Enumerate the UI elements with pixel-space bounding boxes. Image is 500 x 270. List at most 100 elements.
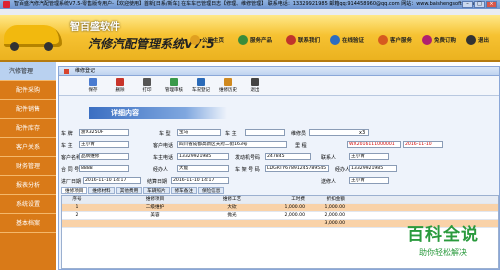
header-button-3[interactable]: 在线验证 — [330, 35, 364, 45]
maximize-button[interactable]: □ — [474, 1, 485, 8]
address-field[interactable]: 四川省成都高新区天府二街163号 — [177, 141, 287, 148]
vehicle-type-label: 车 型 — [159, 131, 171, 137]
total-value: 3,000.00 — [324, 221, 345, 226]
toolbar-icon — [251, 78, 259, 86]
table-cell: 工时费 — [291, 197, 305, 202]
order-no-field[interactable]: WX2016111000001 — [347, 141, 401, 148]
mileage-field[interactable]: 大能 — [177, 165, 229, 172]
window-controls: – □ × — [462, 1, 497, 8]
toolbar-label: 打印 — [142, 88, 152, 93]
toolbar-icon — [224, 78, 232, 86]
header-button-0[interactable]: 公司主页 — [190, 35, 224, 45]
toolbar-button-6[interactable]: 退出 — [243, 78, 267, 93]
table-cell: 1,000.00 — [324, 205, 345, 210]
sidebar-item-0[interactable]: 汽修管理 — [0, 62, 56, 81]
toolbar-button-3[interactable]: 管理审核 — [162, 78, 186, 93]
owner-field[interactable]: 王小青 — [79, 141, 129, 148]
table-row[interactable]: 2 美容 抛光 2,000.00 2,000.00 — [62, 212, 498, 220]
header-button-label: 公司主页 — [202, 38, 225, 44]
customer-field[interactable]: 品牌维修 — [79, 153, 129, 160]
header-button-label: 联系我们 — [298, 38, 321, 44]
total-spacer — [62, 220, 308, 227]
toolbar-label: 退出 — [250, 88, 260, 93]
tab-4[interactable]: 修车备注 — [170, 187, 197, 194]
tab-3[interactable]: 车辆照片 — [143, 187, 170, 194]
entry-time-label: 进厂日期 — [61, 179, 82, 185]
sent-by-field[interactable]: 王小青 — [349, 177, 389, 184]
table-cell: 大砍 — [227, 205, 237, 210]
toolbar-button-1[interactable]: 删除 — [108, 78, 132, 93]
tab-0[interactable]: 维修项目 — [61, 187, 88, 194]
header-button-1[interactable]: 服务产品 — [238, 35, 272, 45]
plate-field[interactable]: 浙X325UF — [79, 129, 129, 136]
contact-phone-label: 车主电话 — [153, 155, 174, 161]
entry-time-field[interactable]: 2016-11-10 14:17 — [83, 177, 141, 184]
owner-field-top[interactable] — [245, 129, 285, 136]
vehicle-type-field[interactable]: 宝马 — [177, 129, 221, 136]
row-selector — [92, 204, 114, 211]
customer-label: 客户名称 — [61, 155, 82, 161]
header-button-icon — [422, 35, 432, 45]
app-header: 智百盛软件 汽修汽配管理系统V7.5 公司主页 服务产品 联系我们 在线验证 客户服务免… — [0, 15, 500, 62]
header-button-label: 客户服务 — [390, 38, 413, 44]
toolbar-icon — [197, 78, 205, 86]
frame-title: 维修登记 — [59, 67, 499, 76]
settle-time-field[interactable]: 2016-11-10 14:17 — [171, 177, 229, 184]
header-button-label: 免费订购 — [434, 38, 457, 44]
toolbar-button-5[interactable]: 维修历史 — [216, 78, 240, 93]
tab-2[interactable]: 其他费用 — [115, 187, 143, 194]
settle-time-label: 结算日期 — [147, 179, 168, 185]
warranty-field[interactable]: 8888 — [79, 165, 129, 172]
detail-tabs: 维修项目 维修材料 其他费用 车辆照片 修车备注 保险信息 — [61, 187, 225, 194]
tab-1[interactable]: 维修材料 — [88, 187, 115, 194]
header-button-4[interactable]: 客户服务 — [378, 35, 412, 45]
table-cell: 2,000.00 — [324, 213, 345, 218]
sidebar-item-3[interactable]: 配件库存 — [0, 119, 56, 138]
car-logo-icon — [4, 25, 62, 51]
header-button-icon — [286, 35, 296, 45]
contact-person-label: 联系人 — [321, 155, 337, 161]
toolbar-label: 保存 — [88, 88, 98, 93]
vin-field[interactable]: LDGRTY67891245789545 — [265, 165, 329, 172]
sidebar-item-6[interactable]: 报表分析 — [0, 176, 56, 195]
toolbar-icon — [116, 78, 124, 86]
header-button-6[interactable]: 退出 — [466, 35, 489, 45]
table-row: 序号 维修项目 维修工艺 工时费 折扣金额 — [62, 196, 498, 204]
operator-phone-field[interactable]: 13329921985 — [349, 165, 397, 172]
sidebar-item-2[interactable]: 配件销售 — [0, 100, 56, 119]
toolbar-button-4[interactable]: 车况登记 — [189, 78, 213, 93]
sidebar-item-7[interactable]: 系统设置 — [0, 195, 56, 214]
table-cell: 1,000.00 — [284, 205, 305, 210]
detail-banner: 详细内容 — [89, 107, 227, 119]
close-button[interactable]: × — [486, 1, 497, 8]
factory-date-field[interactable]: 2016-11-10 — [403, 141, 443, 148]
header-button-5[interactable]: 免费订购 — [422, 35, 456, 45]
tab-5[interactable]: 保险信息 — [197, 187, 225, 194]
minimize-button[interactable]: – — [462, 1, 473, 8]
header-button-icon — [238, 35, 248, 45]
sidebar-item-1[interactable]: 配件采购 — [0, 81, 56, 100]
header-button-2[interactable]: 联系我们 — [286, 35, 320, 45]
table-cell: 维修工艺 — [222, 197, 242, 202]
sidebar-item-8[interactable]: 基本档案 — [0, 214, 56, 233]
toolbar-icon — [170, 78, 178, 86]
toolbar-button-0[interactable]: 保存 — [81, 78, 105, 93]
vin-label: 车 架 号 码 — [235, 167, 260, 173]
toolbar-label: 车况登记 — [192, 88, 210, 93]
engine-field[interactable]: 247845 — [265, 153, 311, 160]
contact-person-field[interactable]: 王小青 — [349, 153, 389, 160]
sidebar-item-4[interactable]: 客户关系 — [0, 138, 56, 157]
factory-label: 维修员 — [291, 131, 307, 137]
table-cell: 抛光 — [227, 213, 237, 218]
mileage-label: 里 程 — [295, 143, 307, 149]
watermark: 百科全说 助你轻松解决 — [390, 220, 496, 266]
engine-type-label: x3 — [359, 130, 366, 136]
sidebar-item-5[interactable]: 财务管理 — [0, 157, 56, 176]
brand-name: 智百盛软件 — [70, 22, 120, 33]
contact-phone-field[interactable]: 13329921985 — [177, 153, 229, 160]
title-bar: 智百盛汽修汽配管理系统V7.5-零售版专用户-【欢迎使用】首新[日系/新车] 在… — [0, 0, 500, 9]
table-row[interactable]: 1 二级维护 大砍 1,000.00 1,000.00 — [62, 204, 498, 212]
toolbar-button-2[interactable]: 打印 — [135, 78, 159, 93]
header-button-label: 服务产品 — [250, 38, 273, 44]
toolbar-icon — [89, 78, 97, 86]
